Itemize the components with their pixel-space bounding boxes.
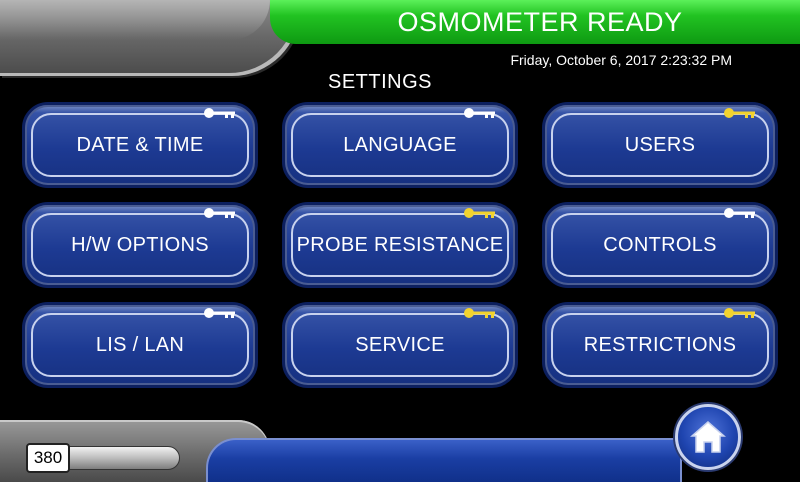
page-title: SETTINGS (327, 71, 432, 93)
key-icon (724, 308, 755, 318)
key-icon (204, 208, 235, 218)
home-icon (690, 421, 726, 453)
controls-button[interactable]: CONTROLS (542, 202, 778, 288)
key-icon (724, 208, 755, 218)
probe-resistance-button[interactable]: PROBE RESISTANCE (282, 202, 518, 288)
home-button[interactable] (675, 404, 741, 470)
date-time-button[interactable]: DATE & TIME (22, 102, 258, 188)
lis-lan-button[interactable]: LIS / LAN (22, 302, 258, 388)
restrictions-button[interactable]: RESTRICTIONS (542, 302, 778, 388)
key-icon (464, 108, 495, 118)
key-icon (204, 108, 235, 118)
counter-slider (68, 446, 180, 470)
key-icon (204, 308, 235, 318)
key-icon (464, 308, 495, 318)
key-icon (724, 108, 755, 118)
counter-display: 380 (26, 443, 70, 473)
language-button[interactable]: LANGUAGE (282, 102, 518, 188)
users-button[interactable]: USERS (542, 102, 778, 188)
datetime-display: Friday, October 6, 2017 2:23:32 PM (510, 52, 732, 68)
message-bar (206, 438, 682, 482)
key-icon (464, 208, 495, 218)
service-button[interactable]: SERVICE (282, 302, 518, 388)
top-left-decoration (0, 0, 300, 76)
hw-options-button[interactable]: H/W OPTIONS (22, 202, 258, 288)
status-text: OSMOMETER READY (397, 7, 683, 37)
